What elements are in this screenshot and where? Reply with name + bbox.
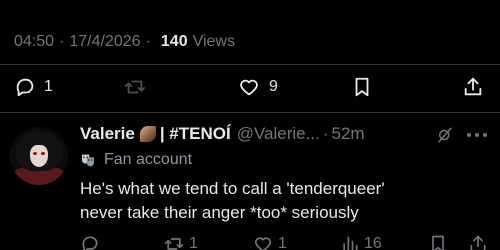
views-count: 140 bbox=[160, 33, 188, 50]
like-button[interactable]: 9 bbox=[237, 76, 278, 98]
reply-views-button[interactable]: 16 bbox=[340, 234, 382, 250]
display-name-suffix: | #TENOÍ bbox=[159, 124, 231, 143]
fan-account-label: Fan account bbox=[80, 151, 192, 169]
divider bbox=[0, 64, 500, 65]
more-icon[interactable] bbox=[466, 131, 488, 139]
reply-button[interactable]: 1 bbox=[14, 76, 53, 98]
like-count: 1 bbox=[278, 235, 287, 250]
share-icon bbox=[464, 77, 482, 96]
reply-like-button[interactable]: 1 bbox=[252, 234, 287, 250]
views-label: Views bbox=[192, 33, 235, 50]
avatar[interactable] bbox=[10, 127, 68, 185]
fan-account-text: Fan account bbox=[104, 151, 193, 168]
meta-separator: · bbox=[59, 33, 65, 50]
retweet-count: 1 bbox=[189, 235, 198, 250]
bookmark-button[interactable] bbox=[351, 76, 373, 98]
reply-time[interactable]: 52m bbox=[331, 124, 364, 144]
grok-icon[interactable] bbox=[436, 126, 454, 144]
reply-header: Valerie | #TENOÍ @Valerie... · 52m bbox=[80, 124, 365, 144]
post-meta: 04:50 · 17/4/2026 · 140 Views bbox=[14, 33, 235, 51]
theater-mask-icon bbox=[82, 154, 94, 167]
meta-separator: · bbox=[145, 33, 151, 50]
reply-share-button[interactable] bbox=[468, 234, 488, 250]
divider bbox=[0, 112, 500, 113]
reply-bookmark-button[interactable] bbox=[428, 234, 448, 250]
reply-reply-button[interactable] bbox=[80, 234, 100, 250]
heart-icon bbox=[240, 79, 258, 96]
reply-text-line: never take their anger *too* seriously bbox=[80, 203, 359, 222]
views-chart-icon bbox=[343, 236, 358, 250]
retweet-icon bbox=[164, 238, 184, 250]
user-handle[interactable]: @Valerie... bbox=[237, 124, 320, 144]
views-count: 16 bbox=[364, 235, 382, 250]
reply-count: 1 bbox=[44, 78, 53, 95]
share-icon bbox=[470, 235, 486, 250]
post-time: 04:50 bbox=[14, 33, 55, 50]
reply-text-line: He's what we tend to call a 'tenderqueer… bbox=[80, 179, 385, 198]
dot-separator: · bbox=[322, 124, 329, 143]
display-name[interactable]: Valerie bbox=[80, 124, 135, 144]
share-button[interactable] bbox=[462, 76, 484, 98]
tweet-detail-view: 04:50 · 17/4/2026 · 140 Views 1 9 Valeri… bbox=[0, 0, 500, 250]
bookmark-icon bbox=[432, 235, 444, 250]
bat-emoji-icon bbox=[139, 126, 156, 142]
reply-text: He's what we tend to call a 'tenderqueer… bbox=[80, 177, 490, 225]
heart-icon bbox=[255, 237, 271, 250]
bookmark-icon bbox=[355, 77, 369, 97]
like-count: 9 bbox=[269, 78, 278, 95]
retweet-button[interactable] bbox=[123, 76, 147, 98]
reply-icon bbox=[16, 78, 34, 97]
post-date: 17/4/2026 bbox=[69, 33, 141, 50]
retweet-icon bbox=[124, 80, 146, 94]
reply-retweet-button[interactable]: 1 bbox=[163, 234, 198, 250]
reply-icon bbox=[82, 236, 98, 250]
